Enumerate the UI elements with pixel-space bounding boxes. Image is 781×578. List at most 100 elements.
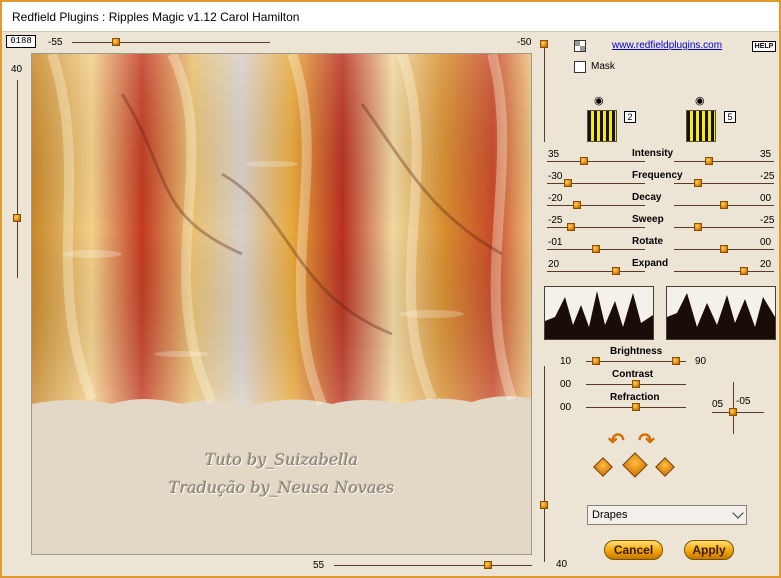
- brightness-min-value: 10: [560, 356, 572, 367]
- right-slider-label: 40: [556, 559, 568, 570]
- mask-checkbox[interactable]: [574, 61, 586, 73]
- right-bottom-slider-track[interactable]: [544, 366, 545, 562]
- param-right-thumb[interactable]: [740, 267, 748, 275]
- right-wave-gauge[interactable]: [686, 110, 716, 142]
- brightness-thumb-right[interactable]: [672, 357, 680, 365]
- param-left-track[interactable]: [547, 161, 645, 162]
- bottom-slider-track[interactable]: [334, 565, 532, 566]
- preset-dropdown[interactable]: Drapes: [587, 505, 747, 525]
- preview-canvas[interactable]: Tuto by_Suizabella Tradução by_Neusa Nov…: [31, 53, 532, 555]
- param-left-value: 20: [548, 259, 560, 270]
- website-link[interactable]: www.redfieldplugins.com: [612, 40, 722, 51]
- preset-selected-value: Drapes: [592, 509, 628, 521]
- title-bar: Redfield Plugins : Ripples Magic v1.12 C…: [2, 2, 779, 32]
- random-dice-icon[interactable]: [622, 452, 648, 478]
- contrast-label: Contrast: [612, 369, 654, 380]
- param-left-thumb[interactable]: [573, 201, 581, 209]
- param-right-value: 00: [760, 193, 772, 204]
- watermark-line-2: Tradução by_Neusa Novaes: [168, 478, 395, 497]
- param-right-value: -25: [760, 171, 775, 182]
- left-slider-label: 40: [11, 64, 23, 75]
- crosshair-thumb[interactable]: [729, 408, 737, 416]
- window-title: Redfield Plugins : Ripples Magic v1.12 C…: [12, 10, 300, 24]
- param-left-value: -20: [548, 193, 563, 204]
- param-right-thumb[interactable]: [694, 179, 702, 187]
- refraction-thumb[interactable]: [632, 403, 640, 411]
- redo-arrow-icon[interactable]: ↷: [638, 428, 655, 453]
- param-name-label: Decay: [632, 192, 662, 203]
- param-right-value: 00: [760, 237, 772, 248]
- param-right-value: -25: [760, 215, 775, 226]
- param-left-track[interactable]: [547, 205, 645, 206]
- param-left-thumb[interactable]: [580, 157, 588, 165]
- bottom-slider-thumb[interactable]: [484, 561, 492, 569]
- waveform-right: [667, 293, 775, 339]
- param-left-thumb[interactable]: [612, 267, 620, 275]
- refraction-value: 00: [560, 402, 572, 413]
- refraction-label: Refraction: [610, 392, 660, 403]
- left-slider-track[interactable]: [17, 80, 18, 278]
- param-left-value: -25: [548, 215, 563, 226]
- param-left-thumb[interactable]: [564, 179, 572, 187]
- param-right-thumb[interactable]: [720, 245, 728, 253]
- random-checkbox[interactable]: [574, 40, 586, 52]
- param-right-thumb[interactable]: [720, 201, 728, 209]
- param-left-track[interactable]: [547, 183, 645, 184]
- brightness-label: Brightness: [610, 346, 663, 357]
- frame-counter: 0188: [6, 35, 36, 48]
- top-slider-max-label: -50: [517, 37, 532, 48]
- crosshair-y-value: -05: [736, 396, 751, 407]
- left-slider-thumb[interactable]: [13, 214, 21, 222]
- right-top-slider-track[interactable]: [544, 46, 545, 142]
- param-left-track[interactable]: [547, 227, 645, 228]
- param-name-label: Expand: [632, 258, 669, 269]
- param-left-value: -30: [548, 171, 563, 182]
- plugin-window: Redfield Plugins : Ripples Magic v1.12 C…: [0, 0, 781, 578]
- eye-icon[interactable]: ◉: [594, 94, 604, 107]
- param-right-track[interactable]: [674, 271, 774, 272]
- param-name-label: Rotate: [632, 236, 664, 247]
- mask-label: Mask: [591, 61, 615, 72]
- param-name-label: Intensity: [632, 148, 674, 159]
- top-slider-thumb[interactable]: [112, 38, 120, 46]
- param-right-track[interactable]: [674, 161, 774, 162]
- param-left-track[interactable]: [547, 271, 645, 272]
- apply-button[interactable]: Apply: [684, 540, 734, 560]
- crosshair-x-value: 05: [712, 399, 724, 410]
- eye-icon[interactable]: ◉: [695, 94, 705, 107]
- top-slider-min-label: -55: [48, 37, 63, 48]
- help-button[interactable]: HELP: [752, 41, 776, 52]
- waveform-left: [545, 291, 653, 339]
- param-right-value: 20: [760, 259, 772, 270]
- brightness-track[interactable]: [586, 361, 686, 362]
- param-right-track[interactable]: [674, 227, 774, 228]
- watermark-line-1: Tuto by_Suizabella: [204, 450, 359, 469]
- right-top-slider-thumb[interactable]: [540, 40, 548, 48]
- param-left-thumb[interactable]: [592, 245, 600, 253]
- param-left-thumb[interactable]: [567, 223, 575, 231]
- param-right-value: 35: [760, 149, 772, 160]
- right-gauge-number[interactable]: 5: [724, 111, 736, 123]
- contrast-value: 00: [560, 379, 572, 390]
- crosshair-h-track[interactable]: [712, 412, 764, 413]
- right-wave-preview: [666, 286, 776, 340]
- param-right-thumb[interactable]: [705, 157, 713, 165]
- param-name-label: Frequency: [632, 170, 683, 181]
- param-right-thumb[interactable]: [694, 223, 702, 231]
- left-wave-gauge[interactable]: [587, 110, 617, 142]
- contrast-thumb[interactable]: [632, 380, 640, 388]
- right-bottom-slider-thumb[interactable]: [540, 501, 548, 509]
- param-name-label: Sweep: [632, 214, 664, 225]
- left-gauge-number[interactable]: 2: [624, 111, 636, 123]
- brightness-thumb-left[interactable]: [592, 357, 600, 365]
- top-slider-track[interactable]: [72, 42, 270, 43]
- undo-arrow-icon[interactable]: ↶: [608, 428, 625, 453]
- cancel-button[interactable]: Cancel: [604, 540, 663, 560]
- brightness-max-value: 90: [695, 356, 707, 367]
- random-small-dice-left-icon[interactable]: [593, 457, 613, 477]
- random-small-dice-right-icon[interactable]: [655, 457, 675, 477]
- param-left-value: -01: [548, 237, 563, 248]
- param-right-track[interactable]: [674, 183, 774, 184]
- bottom-slider-label: 55: [313, 560, 325, 571]
- chevron-down-icon: [732, 507, 744, 519]
